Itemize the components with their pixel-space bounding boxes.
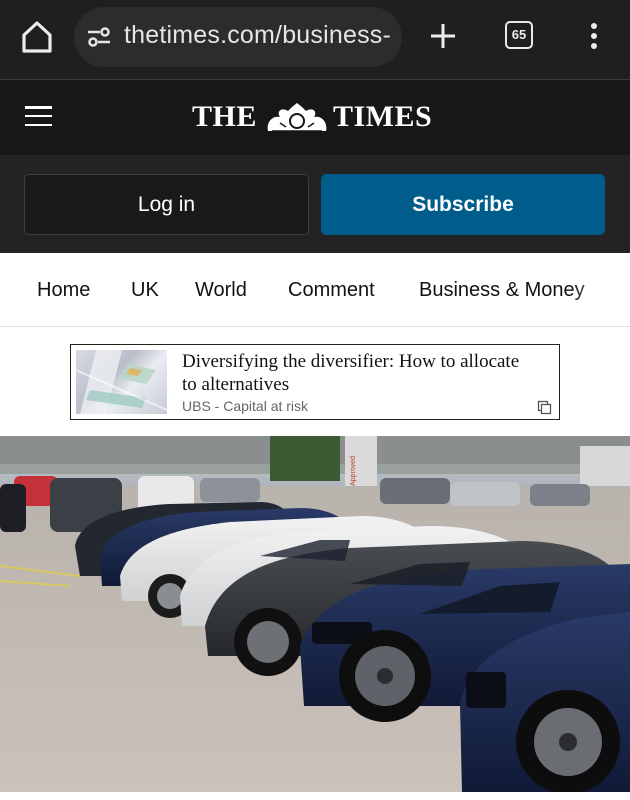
times-logo[interactable]: THE TIMES [192, 100, 442, 136]
article-hero-image: Approved [0, 436, 630, 792]
url-text[interactable]: thetimes.com/business- [124, 21, 391, 50]
ad-sponsor: UBS - Capital at risk [182, 398, 309, 414]
account-bar: Log in Subscribe [0, 155, 630, 253]
nav-item-business-money[interactable]: Business & Money [419, 279, 585, 302]
masthead-word-times: TIMES [333, 100, 433, 133]
section-nav: Home UK World Comment Business & Money [0, 253, 630, 327]
ad-choices-icon[interactable] [537, 400, 552, 415]
login-button[interactable]: Log in [24, 174, 309, 235]
royal-crest-icon [267, 103, 327, 132]
ad-image[interactable] [76, 350, 167, 414]
nav-item-world[interactable]: World [195, 279, 247, 302]
hamburger-icon[interactable] [25, 106, 52, 127]
nav-item-uk[interactable]: UK [131, 279, 159, 302]
ad-headline[interactable]: Diversifying the diversifier: How to all… [182, 350, 522, 396]
tab-switcher-button[interactable]: 65 [505, 21, 533, 49]
browser-toolbar: thetimes.com/business- 65 [0, 0, 630, 80]
nav-item-home[interactable]: Home [37, 279, 90, 302]
subscribe-button[interactable]: Subscribe [321, 174, 605, 235]
advertisement[interactable]: Diversifying the diversifier: How to all… [70, 344, 560, 420]
site-header: THE TIMES [0, 80, 630, 155]
address-bar[interactable]: thetimes.com/business- [74, 7, 402, 67]
nav-fade-overlay [570, 253, 630, 326]
masthead-word-the: THE [192, 100, 257, 133]
tune-icon[interactable] [86, 24, 112, 50]
home-icon[interactable] [18, 18, 56, 56]
nav-item-comment[interactable]: Comment [288, 279, 375, 302]
kebab-menu-icon[interactable] [586, 20, 602, 52]
approved-sign-text: Approved [350, 456, 357, 486]
plus-icon[interactable] [427, 20, 459, 52]
